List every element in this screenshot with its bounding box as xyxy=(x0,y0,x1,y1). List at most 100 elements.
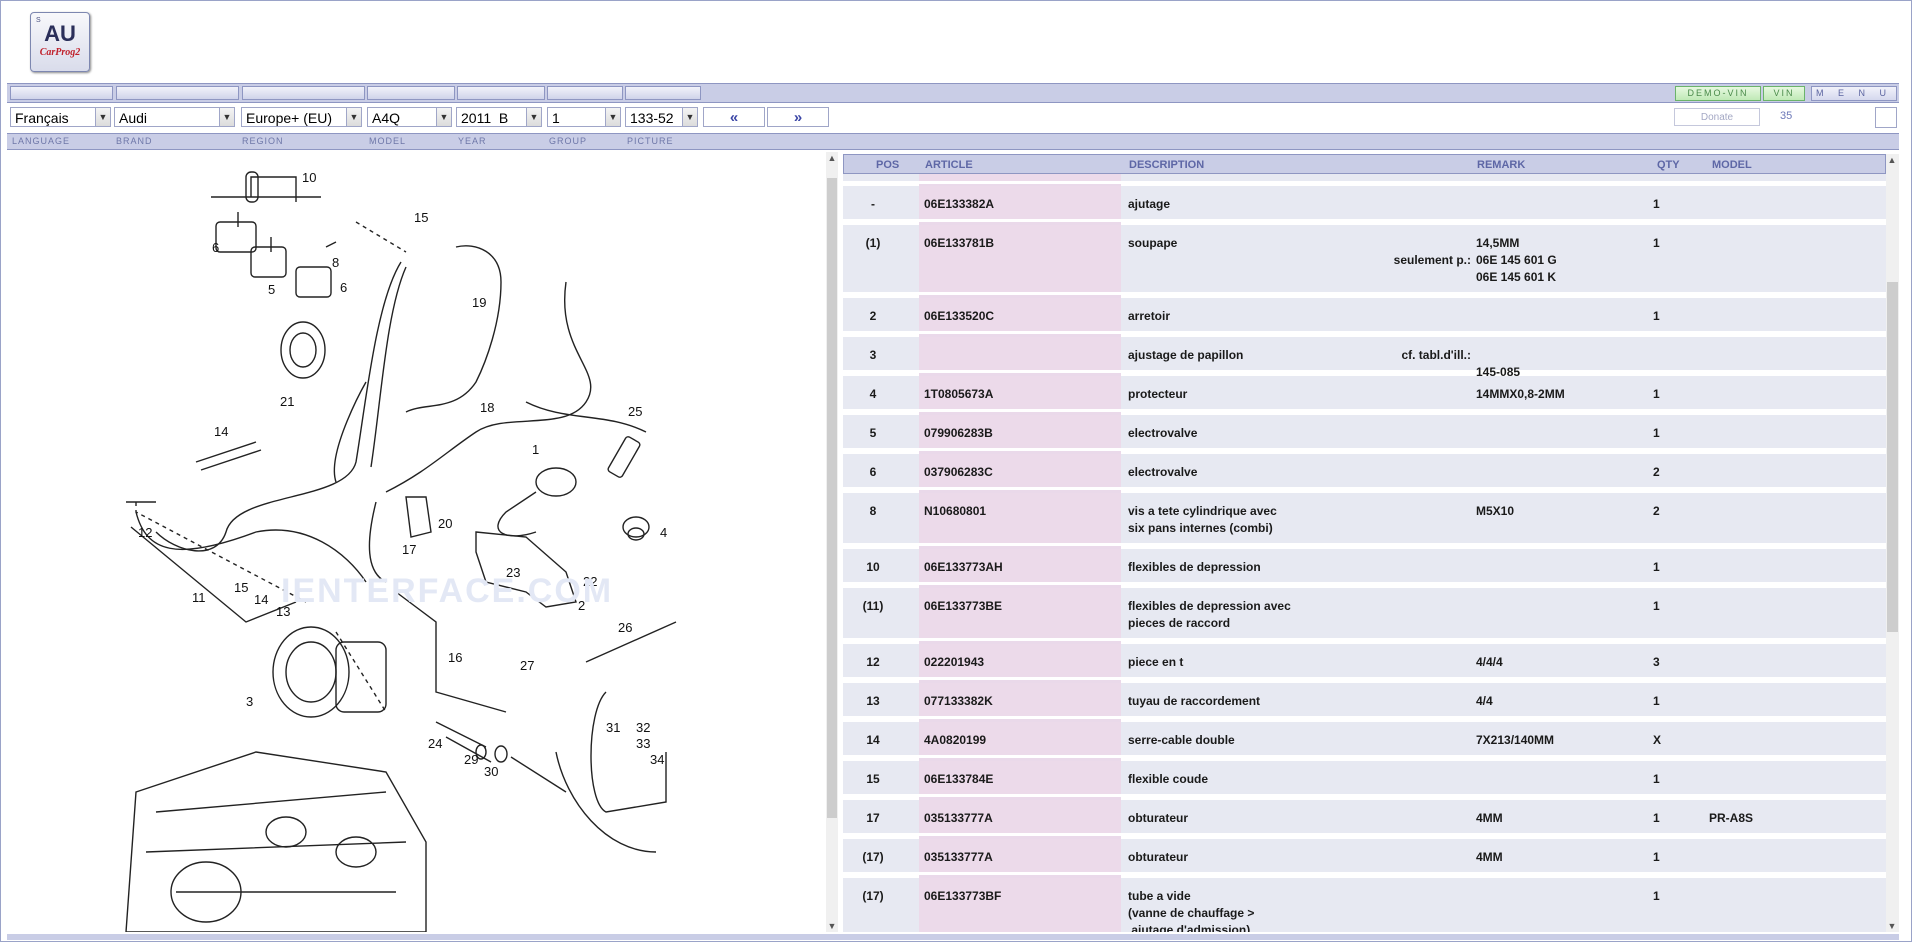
diagram-label[interactable]: 1 xyxy=(532,442,539,457)
article-cell[interactable]: 06E133781B xyxy=(924,235,994,252)
header-description[interactable]: DESCRIPTION xyxy=(1129,159,1204,171)
chevron-down-icon[interactable]: ▼ xyxy=(95,108,110,126)
diagram-label[interactable]: 6 xyxy=(212,240,219,255)
table-row[interactable]: 4 1T0805673A protecteur 14MMX0,8-2MM 1 xyxy=(843,376,1886,412)
article-cell[interactable]: 022201943 xyxy=(924,654,984,671)
table-row[interactable]: 13 077133382K tuyau de raccordement 4/4 1 xyxy=(843,683,1886,719)
article-cell[interactable]: 06E133773BE xyxy=(924,598,1002,615)
diagram-label[interactable]: 24 xyxy=(428,736,442,751)
toolbar-slot-3[interactable] xyxy=(242,86,365,100)
chevron-down-icon[interactable]: ▼ xyxy=(346,108,361,126)
diagram-label[interactable]: 32 xyxy=(636,720,650,735)
diagram-label[interactable]: 10 xyxy=(302,170,316,185)
header-article[interactable]: ARTICLE xyxy=(925,159,973,171)
brand-select[interactable]: Audi ▼ xyxy=(114,107,235,127)
article-cell[interactable]: 06E133520C xyxy=(924,308,994,325)
toolbar-slot-6[interactable] xyxy=(547,86,623,100)
table-row[interactable]: (1) 06E133781B soupape seulement p.: 14,5MM … xyxy=(843,225,1886,295)
table-scrollbar-thumb[interactable] xyxy=(1887,282,1898,632)
table-row[interactable]: (17) 06E133773BF tube a vide (vanne de cha… xyxy=(843,878,1886,932)
diagram-label[interactable]: 34 xyxy=(650,752,664,767)
table-row[interactable]: 12 022201943 piece en t 4/4/4 3 xyxy=(843,644,1886,680)
table-row[interactable]: 3 ajustage de papillon cf. tabl.d'ill.: 145… xyxy=(843,337,1886,379)
chevron-down-icon[interactable]: ▼ xyxy=(682,108,697,126)
diagram-label[interactable]: 5 xyxy=(268,282,275,297)
article-cell[interactable]: 035133777A xyxy=(924,849,993,866)
toolbar-slot-1[interactable] xyxy=(10,86,113,100)
scroll-up-icon[interactable]: ▲ xyxy=(826,152,838,164)
group-select[interactable]: 1 ▼ xyxy=(547,107,621,127)
table-row[interactable]: 14 4A0820199 serre-cable double 7X213/140MM… xyxy=(843,722,1886,758)
diagram-label[interactable]: 30 xyxy=(484,764,498,779)
scroll-down-icon[interactable]: ▼ xyxy=(826,920,838,932)
year-select[interactable]: 2011 B ▼ xyxy=(456,107,542,127)
diagram-label[interactable]: 21 xyxy=(280,394,294,409)
toolbar-slot-4[interactable] xyxy=(367,86,455,100)
article-cell[interactable]: 4A0820199 xyxy=(924,732,986,749)
chevron-down-icon[interactable]: ▼ xyxy=(605,108,620,126)
header-model[interactable]: MODEL xyxy=(1712,159,1752,171)
next-picture-button[interactable]: » xyxy=(767,107,829,127)
model-select[interactable]: A4Q ▼ xyxy=(367,107,452,127)
toolbar-slot-2[interactable] xyxy=(116,86,239,100)
table-row[interactable]: 10 06E133773AH flexibles de depression 1 xyxy=(843,549,1886,585)
table-row[interactable]: 15 06E133784E flexible coude 1 xyxy=(843,761,1886,797)
diagram-label[interactable]: 14 xyxy=(254,592,268,607)
table-row[interactable]: (17) 035133777A obturateur 4MM 1 xyxy=(843,839,1886,875)
demo-vin-button[interactable]: DEMO-VIN xyxy=(1675,86,1761,101)
vin-button[interactable]: VIN xyxy=(1763,86,1805,101)
menu-button[interactable]: M E N U xyxy=(1811,86,1897,101)
table-row[interactable]: (11) 06E133773BE flexibles de depression a… xyxy=(843,588,1886,641)
header-qty[interactable]: QTY xyxy=(1657,159,1680,171)
chevron-down-icon[interactable]: ▼ xyxy=(219,108,234,126)
diagram-label[interactable]: 6 xyxy=(340,280,347,295)
diagram-label[interactable]: 15 xyxy=(234,580,248,595)
parts-diagram[interactable]: 10 15 6 8 5 6 19 21 18 25 14 1 12 20 4 1… xyxy=(6,152,824,932)
picture-select[interactable]: 133-52 ▼ xyxy=(625,107,698,127)
table-row[interactable]: 17 035133777A obturateur 4MM 1 PR-A8S xyxy=(843,800,1886,836)
diagram-label[interactable]: 8 xyxy=(332,255,339,270)
scroll-up-icon[interactable]: ▲ xyxy=(1886,154,1898,166)
small-toggle-box[interactable] xyxy=(1875,107,1897,128)
article-cell[interactable]: 06E133773AH xyxy=(924,559,1003,576)
scroll-down-icon[interactable]: ▼ xyxy=(1886,920,1898,932)
diagram-label[interactable]: 18 xyxy=(480,400,494,415)
toolbar-slot-5[interactable] xyxy=(457,86,545,100)
region-select[interactable]: Europe+ (EU) ▼ xyxy=(241,107,362,127)
diagram-label[interactable]: 14 xyxy=(214,424,228,439)
article-cell[interactable]: 035133777A xyxy=(924,810,993,827)
diagram-scrollbar[interactable]: ▲ ▼ xyxy=(826,152,838,932)
prev-picture-button[interactable]: « xyxy=(703,107,765,127)
donate-button[interactable]: Donate xyxy=(1674,108,1760,126)
header-remark[interactable]: REMARK xyxy=(1477,159,1525,171)
diagram-label[interactable]: 20 xyxy=(438,516,452,531)
chevron-down-icon[interactable]: ▼ xyxy=(526,108,541,126)
article-cell[interactable]: 06E133382A xyxy=(924,196,994,213)
diagram-scrollbar-thumb[interactable] xyxy=(827,178,837,818)
article-cell[interactable]: 06E133784E xyxy=(924,771,993,788)
diagram-label[interactable]: 4 xyxy=(660,525,667,540)
diagram-label[interactable]: 33 xyxy=(636,736,650,751)
table-row[interactable]: - 06E133382A ajutage 1 xyxy=(843,186,1886,222)
table-scrollbar[interactable]: ▲ ▼ xyxy=(1886,154,1899,932)
diagram-label[interactable]: 11 xyxy=(192,590,206,605)
header-pos[interactable]: POS xyxy=(876,159,899,171)
table-row[interactable]: 8 N10680801 vis a tete cylindrique avec si… xyxy=(843,493,1886,546)
diagram-label[interactable]: 3 xyxy=(246,694,253,709)
diagram-label[interactable]: 15 xyxy=(414,210,428,225)
app-logo[interactable]: S AU CarProg2 xyxy=(30,12,90,72)
diagram-label[interactable]: 27 xyxy=(520,658,534,673)
diagram-label[interactable]: 16 xyxy=(448,650,462,665)
article-cell[interactable]: N10680801 xyxy=(924,503,986,520)
language-select[interactable]: Français ▼ xyxy=(10,107,111,127)
toolbar-slot-7[interactable] xyxy=(625,86,701,100)
table-row[interactable]: 5 079906283B electrovalve 1 xyxy=(843,415,1886,451)
diagram-label[interactable]: 31 xyxy=(606,720,620,735)
article-cell[interactable]: 1T0805673A xyxy=(924,386,993,403)
article-cell[interactable]: 037906283C xyxy=(924,464,993,481)
diagram-label[interactable]: 19 xyxy=(472,295,486,310)
diagram-label[interactable]: 12 xyxy=(138,525,152,540)
diagram-label[interactable]: 26 xyxy=(618,620,632,635)
article-cell[interactable]: 077133382K xyxy=(924,693,993,710)
diagram-label[interactable]: 29 xyxy=(464,752,478,767)
